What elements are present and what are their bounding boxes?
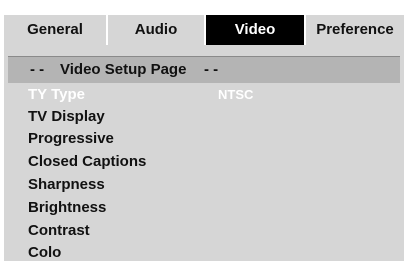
header-dashes-right: - - <box>204 61 219 78</box>
menu-item-tv-display[interactable]: TV Display <box>28 107 105 127</box>
tab-general[interactable]: General <box>4 15 108 45</box>
tab-preference[interactable]: Preference <box>306 15 404 45</box>
tab-bar: General Audio Video Preference <box>4 15 404 45</box>
menu-item-contrast[interactable]: Contrast <box>28 221 90 241</box>
menu-item-sharpness[interactable]: Sharpness <box>28 175 105 195</box>
menu-item-closed-captions[interactable]: Closed Captions <box>28 152 146 172</box>
header-dashes-left: - - <box>30 61 45 78</box>
settings-panel: - - Video Setup Page - - TY Type NTSC TV… <box>4 45 404 261</box>
page-title: Video Setup Page <box>60 61 187 78</box>
tv-type-value[interactable]: NTSC <box>218 85 253 105</box>
menu-item-progressive[interactable]: Progressive <box>28 129 114 149</box>
menu-item-color[interactable]: Colo <box>28 243 61 261</box>
settings-list: TY Type NTSC TV Display Progressive Clos… <box>8 83 400 261</box>
tab-video[interactable]: Video <box>206 15 306 45</box>
video-setup-screen: General Audio Video Preference - - Video… <box>0 0 404 261</box>
tab-audio[interactable]: Audio <box>108 15 206 45</box>
menu-item-brightness[interactable]: Brightness <box>28 198 106 218</box>
page-title-bar: - - Video Setup Page - - <box>8 56 400 83</box>
menu-item-tv-type[interactable]: TY Type <box>28 85 85 105</box>
